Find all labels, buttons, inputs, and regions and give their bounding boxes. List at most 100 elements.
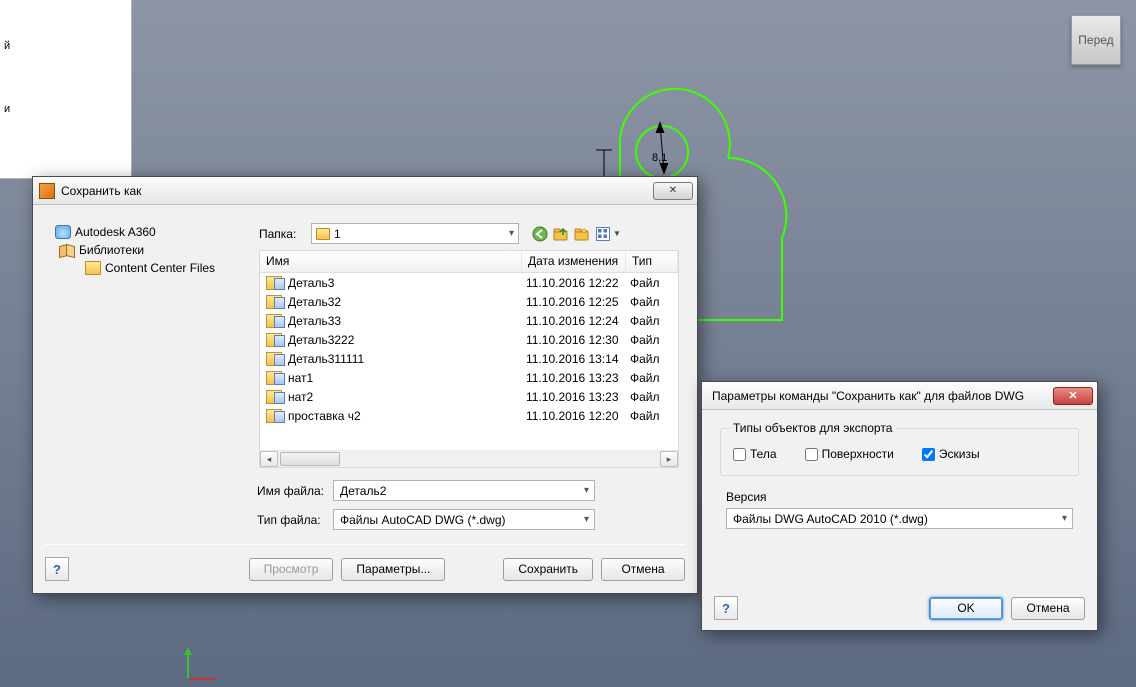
tree-item-content-center[interactable]: Content Center Files: [55, 259, 241, 277]
scroll-track[interactable]: [278, 451, 660, 467]
file-icon: [266, 295, 282, 309]
col-type[interactable]: Тип: [626, 251, 678, 272]
folder-icon: [85, 261, 101, 275]
titlebar[interactable]: Сохранить как ✕: [33, 177, 697, 205]
help-button[interactable]: ?: [45, 557, 69, 581]
file-list-header[interactable]: Имя Дата изменения Тип: [260, 251, 678, 273]
app-icon: [39, 183, 55, 199]
file-icon: [266, 276, 282, 290]
file-date: 11.10.2016 12:22: [522, 276, 626, 290]
help-button[interactable]: ?: [714, 596, 738, 620]
preview-button[interactable]: Просмотр: [249, 558, 334, 581]
version-select[interactable]: Файлы DWG AutoCAD 2010 (*.dwg): [726, 508, 1073, 529]
close-button[interactable]: ✕: [1053, 387, 1093, 405]
filetype-label: Тип файла:: [257, 513, 333, 527]
book-icon: [59, 243, 75, 257]
titlebar[interactable]: Параметры команды "Сохранить как" для фа…: [702, 382, 1097, 410]
options-button[interactable]: Параметры...: [341, 558, 445, 581]
cancel-button[interactable]: Отмена: [601, 558, 685, 581]
view-menu-button[interactable]: [594, 225, 612, 243]
file-type: Файл: [626, 276, 678, 290]
scroll-right-button[interactable]: ▸: [660, 451, 678, 467]
col-name[interactable]: Имя: [260, 251, 522, 272]
close-button[interactable]: ✕: [653, 182, 693, 200]
file-type: Файл: [626, 371, 678, 385]
file-icon: [266, 409, 282, 423]
axes-gizmo: [178, 645, 218, 685]
checkbox-bodies-input[interactable]: [733, 448, 746, 461]
version-value: Файлы DWG AutoCAD 2010 (*.dwg): [733, 512, 928, 526]
scroll-left-button[interactable]: ◂: [260, 451, 278, 467]
file-name: проставка ч2: [286, 409, 522, 423]
file-date: 11.10.2016 13:23: [522, 390, 626, 404]
col-date[interactable]: Дата изменения: [522, 251, 626, 272]
viewcube-label: Перед: [1078, 33, 1113, 47]
file-name: Деталь3222: [286, 333, 522, 347]
left-panel-fragment: й и: [0, 0, 132, 179]
file-type: Файл: [626, 314, 678, 328]
file-date: 11.10.2016 12:30: [522, 333, 626, 347]
file-date: 11.10.2016 12:20: [522, 409, 626, 423]
file-row[interactable]: нат211.10.2016 13:23Файл: [260, 387, 678, 406]
nav-up-button[interactable]: [552, 225, 570, 243]
file-row[interactable]: Деталь31111111.10.2016 13:14Файл: [260, 349, 678, 368]
checkbox-surfaces[interactable]: Поверхности: [805, 447, 894, 461]
nav-back-button[interactable]: [531, 225, 549, 243]
viewcube[interactable]: Перед: [1071, 15, 1121, 65]
file-date: 11.10.2016 13:23: [522, 371, 626, 385]
filetype-select[interactable]: Файлы AutoCAD DWG (*.dwg): [333, 509, 595, 530]
checkbox-bodies[interactable]: Тела: [733, 447, 777, 461]
file-date: 11.10.2016 13:14: [522, 352, 626, 366]
file-list-hscroll[interactable]: ◂ ▸: [259, 450, 679, 468]
checkbox-surfaces-input[interactable]: [805, 448, 818, 461]
checkbox-sketches-input[interactable]: [922, 448, 935, 461]
filetype-value: Файлы AutoCAD DWG (*.dwg): [340, 513, 506, 527]
file-name: нат2: [286, 390, 522, 404]
file-icon: [266, 390, 282, 404]
file-name: Деталь311111: [286, 352, 522, 366]
file-name: Деталь33: [286, 314, 522, 328]
file-name: Деталь3: [286, 276, 522, 290]
separator: [45, 544, 685, 545]
folder-label: Папка:: [259, 227, 305, 241]
new-folder-button[interactable]: [573, 225, 591, 243]
scroll-thumb[interactable]: [280, 452, 340, 466]
filename-label: Имя файла:: [257, 484, 333, 498]
group-title: Типы объектов для экспорта: [729, 421, 896, 435]
tree-item-label: Content Center Files: [105, 261, 215, 275]
location-tree[interactable]: Autodesk A360 Библиотеки Content Center …: [55, 223, 241, 277]
checkbox-sketches[interactable]: Эскизы: [922, 447, 980, 461]
folder-value: 1: [334, 227, 341, 241]
file-type: Файл: [626, 352, 678, 366]
ok-button[interactable]: OK: [929, 597, 1003, 620]
tree-item-libraries[interactable]: Библиотеки: [55, 241, 241, 259]
tree-item-label: Библиотеки: [79, 243, 144, 257]
save-button[interactable]: Сохранить: [503, 558, 593, 581]
version-label: Версия: [726, 490, 1087, 504]
file-type: Файл: [626, 333, 678, 347]
folder-select[interactable]: 1: [311, 223, 519, 244]
file-row[interactable]: Деталь3211.10.2016 12:25Файл: [260, 292, 678, 311]
dwg-options-dialog: Параметры команды "Сохранить как" для фа…: [701, 381, 1098, 631]
dialog-title: Параметры команды "Сохранить как" для фа…: [708, 389, 1053, 403]
tree-item-a360[interactable]: Autodesk A360: [55, 223, 241, 241]
file-row[interactable]: Деталь311.10.2016 12:22Файл: [260, 273, 678, 292]
file-icon: [266, 352, 282, 366]
file-row[interactable]: Деталь322211.10.2016 12:30Файл: [260, 330, 678, 349]
filename-input[interactable]: Деталь2: [333, 480, 595, 501]
file-type: Файл: [626, 409, 678, 423]
file-list[interactable]: Имя Дата изменения Тип Деталь311.10.2016…: [259, 250, 679, 450]
dimension-value: 8,1: [652, 152, 667, 164]
file-row[interactable]: Деталь3311.10.2016 12:24Файл: [260, 311, 678, 330]
cancel-button[interactable]: Отмена: [1011, 597, 1085, 620]
file-date: 11.10.2016 12:24: [522, 314, 626, 328]
export-types-group: Типы объектов для экспорта Тела Поверхно…: [720, 428, 1079, 476]
file-row[interactable]: проставка ч211.10.2016 12:20Файл: [260, 406, 678, 425]
file-row[interactable]: нат111.10.2016 13:23Файл: [260, 368, 678, 387]
view-menu-dropdown-icon[interactable]: ▼: [613, 229, 621, 238]
file-type: Файл: [626, 390, 678, 404]
dialog-title: Сохранить как: [61, 184, 653, 198]
file-name: нат1: [286, 371, 522, 385]
file-type: Файл: [626, 295, 678, 309]
tree-item-label: Autodesk A360: [75, 225, 156, 239]
